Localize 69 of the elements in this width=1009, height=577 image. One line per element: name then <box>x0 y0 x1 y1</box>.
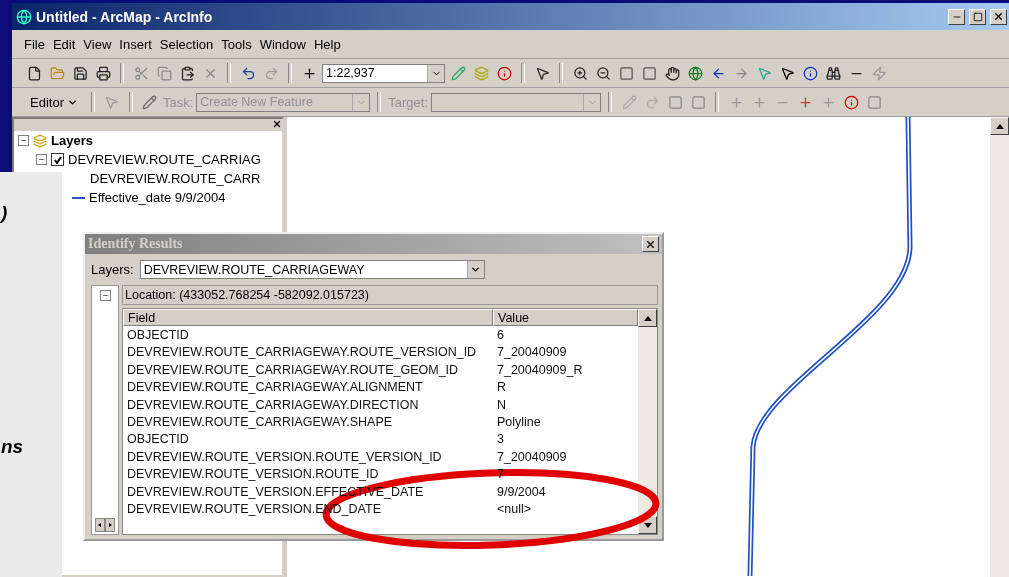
menu-item[interactable]: Insert <box>119 36 152 52</box>
close-icon[interactable] <box>272 119 282 129</box>
value-cell-text: 6 <box>496 327 505 344</box>
location-header: Location: (433052.768254 -582092.015723) <box>122 285 658 305</box>
scroll-up-icon <box>643 315 652 321</box>
layers-label: Layers: <box>91 262 134 277</box>
column-header[interactable]: Field <box>123 309 493 327</box>
value-cell-text: 9/9/2004 <box>496 483 547 501</box>
field-cell-text: DEVREVIEW.ROUTE_CARRIAGEWAY.DIRECTION <box>126 396 420 414</box>
value-cell-text: <null> <box>496 501 533 518</box>
value-cell-text: Polyline <box>496 414 542 431</box>
close-icon <box>993 11 1004 22</box>
vertical-scrollbar[interactable] <box>990 117 1009 577</box>
legend-heading: DEVREVIEW.ROUTE_CARR <box>90 171 261 186</box>
value-cell-text: 7_20040909 <box>496 448 568 466</box>
close-icon <box>645 238 656 250</box>
field-cell-text: DEVREVIEW.ROUTE_VERSION.ROUTE_VERSION_ID <box>126 448 443 466</box>
value-cell-text: 7_20040909_R <box>496 361 584 379</box>
layer-name[interactable]: DEVREVIEW.ROUTE_CARRIAG <box>68 152 261 167</box>
menu-item[interactable]: Selection <box>159 36 214 52</box>
menu-item[interactable]: Window <box>259 36 306 52</box>
task-label: Task: <box>162 94 194 110</box>
close-button[interactable] <box>990 8 1007 25</box>
collapse-toggle[interactable] <box>99 290 111 301</box>
field-cell-text: DEVREVIEW.ROUTE_VERSION.ROUTE_ID <box>126 466 380 483</box>
field-cell-text: OBJECTID <box>126 431 190 449</box>
layers-dropdown[interactable]: DEVREVIEW.ROUTE_CARRIAGEWAY <box>139 260 485 279</box>
check-icon <box>53 155 62 164</box>
minus-icon <box>20 137 27 144</box>
vertical-scrollbar[interactable] <box>638 309 657 534</box>
data-frame-label: Layers <box>51 133 93 148</box>
layers-icon <box>33 133 47 148</box>
minimize-button[interactable] <box>948 8 965 25</box>
column-header[interactable]: Value <box>493 309 638 327</box>
field-cell-text: OBJECTID <box>126 327 190 344</box>
field-cell-text: DEVREVIEW.ROUTE_CARRIAGEWAY.ROUTE_VERSION_ID <box>126 344 478 362</box>
value-cell-text: R <box>496 379 508 396</box>
target-dropdown[interactable] <box>431 92 602 112</box>
maximize-button[interactable] <box>969 8 986 25</box>
dialog-title: Identify Results <box>88 236 183 252</box>
close-button[interactable] <box>642 236 659 252</box>
layer-checkbox[interactable] <box>51 153 64 166</box>
menu-item[interactable]: File <box>24 36 45 52</box>
field-cell-text: DEVREVIEW.ROUTE_CARRIAGEWAY.ALIGNMENT <box>126 379 424 396</box>
field-cell-text: DEVREVIEW.ROUTE_CARRIAGEWAY.SHAPE <box>126 414 394 431</box>
collapse-toggle[interactable] <box>18 135 29 146</box>
target-label: Target: <box>388 94 429 110</box>
maximize-icon <box>972 11 983 22</box>
window-title: Untitled - ArcMap - ArcInfo <box>36 8 214 25</box>
app-icon <box>16 8 32 25</box>
field-cell-text: DEVREVIEW.ROUTE_CARRIAGEWAY.ROUTE_GEOM_ID <box>126 361 460 379</box>
value-cell-text: N <box>496 396 508 414</box>
editor-menu[interactable]: Editor <box>24 94 84 110</box>
scale-dropdown[interactable]: 1:22,937 <box>322 63 445 83</box>
legend-label: Effective_date 9/9/2004 <box>89 190 226 205</box>
value-cell-text: 3 <box>496 431 505 449</box>
scroll-down-icon <box>643 522 652 528</box>
slide-text: ) <box>1 202 8 224</box>
menu-item[interactable]: Help <box>313 36 341 52</box>
horizontal-scroll-arrows-icon[interactable] <box>95 518 115 532</box>
menu-item[interactable]: Edit <box>52 36 76 52</box>
collapse-toggle[interactable] <box>36 154 47 165</box>
slide-text: ns <box>1 436 24 458</box>
minus-icon <box>101 292 109 299</box>
scroll-up-icon <box>995 123 1004 129</box>
minus-icon <box>38 156 45 163</box>
menu-item[interactable]: Tools <box>221 36 252 52</box>
menu-item[interactable]: View <box>83 36 112 52</box>
value-cell-text: 7_20040909 <box>496 344 568 362</box>
